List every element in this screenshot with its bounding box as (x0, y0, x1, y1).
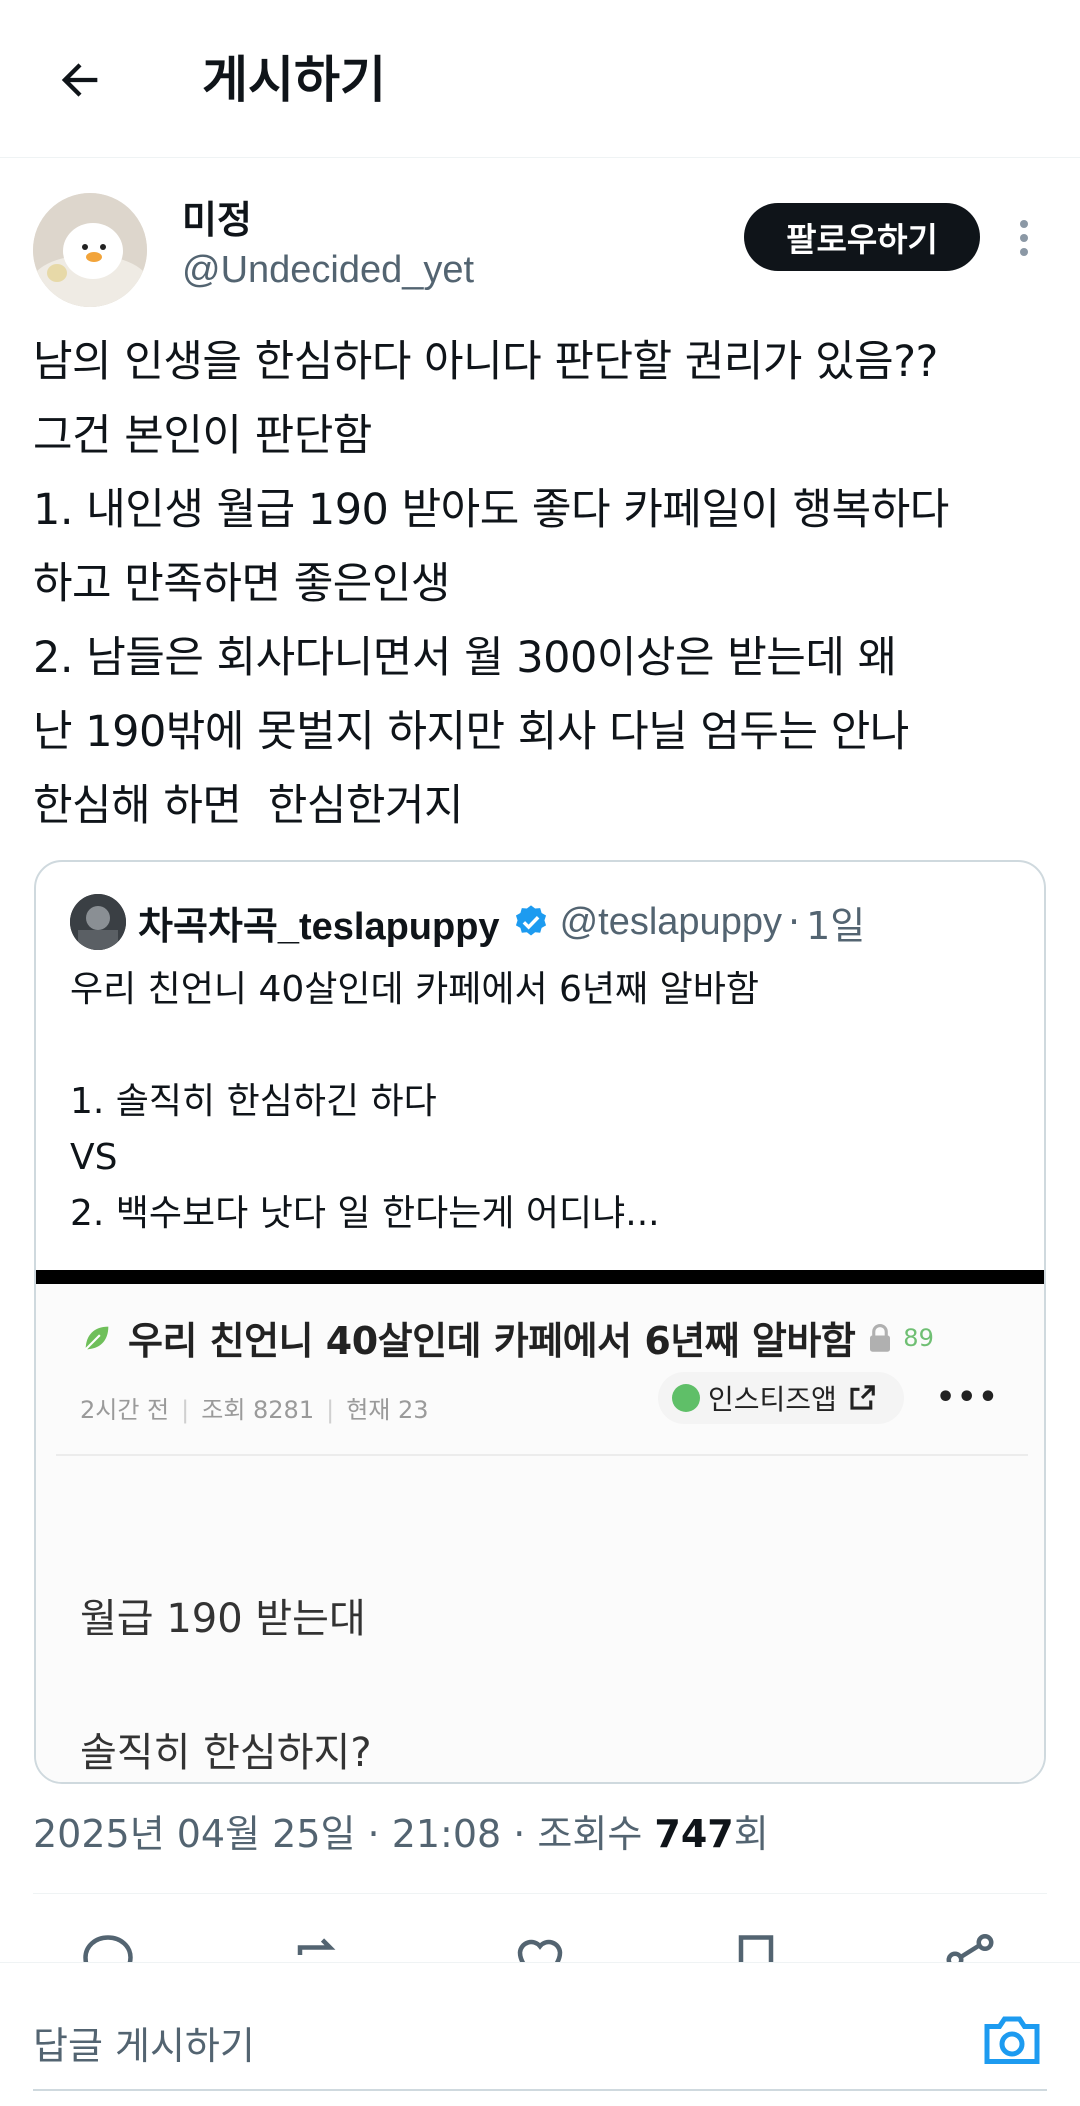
more-options-button[interactable] (1004, 210, 1044, 266)
repost-icon[interactable] (290, 1930, 350, 1964)
quoted-author-handle: @teslapuppy (559, 900, 782, 943)
smile-icon (672, 1384, 700, 1412)
top-bar: 게시하기 (0, 0, 1080, 158)
bookmark-icon[interactable] (726, 1930, 786, 1964)
action-bar (0, 1930, 1080, 1964)
quoted-post[interactable]: 차곡차곡_teslapuppy @teslapuppy · 1일 우리 친언니 … (34, 860, 1046, 1784)
author-name[interactable]: 미정 (182, 196, 252, 244)
camera-icon[interactable] (982, 2011, 1042, 2067)
page-title: 게시하기 (202, 51, 386, 109)
quoted-post-text: 우리 친언니 40살인데 카페에서 6년째 알바함 1. 솔직히 한심하긴 하다… (70, 969, 759, 1234)
back-button[interactable] (40, 40, 120, 120)
post-timestamp: 2025년 04월 25일 · 21:08 · 조회수 747회 (33, 1812, 769, 1856)
follow-button[interactable]: 팔로우하기 (744, 203, 980, 271)
app-badge: 인스티즈앱 (658, 1372, 904, 1424)
leaf-icon (84, 1326, 109, 1350)
post-text: 남의 인생을 한심하다 아니다 판단할 권리가 있음?? 그건 본인이 판단함 … (33, 337, 949, 831)
image-post-title: 우리 친언니 40살인데 카페에서 6년째 알바함 (128, 1319, 856, 1363)
more-horizontal-icon: ••• (936, 1380, 1000, 1415)
more-vertical-icon (1020, 220, 1028, 256)
image-body-line: 월급 190 받는대 (80, 1596, 366, 1642)
like-icon[interactable] (510, 1930, 570, 1964)
verified-badge-icon (512, 903, 550, 941)
external-link-icon (850, 1385, 875, 1410)
quoted-post-header: 차곡차곡_teslapuppy @teslapuppy · 1일 (70, 892, 865, 952)
reply-icon[interactable] (78, 1930, 138, 1964)
back-arrow-icon (61, 63, 98, 97)
image-comment-count: 89 (903, 1323, 934, 1352)
author-handle[interactable]: @Undecided_yet (182, 246, 474, 294)
quoted-avatar (70, 894, 126, 950)
reply-composer: 답글 게시하기 (0, 1962, 1080, 2106)
share-icon[interactable] (940, 1930, 1000, 1964)
avatar[interactable] (33, 193, 147, 307)
image-body-line: 솔직히 한심하지? (80, 1730, 372, 1776)
image-post-meta: 2시간 전 | 조회 8281 | 현재 23 (80, 1396, 429, 1424)
duck-avatar-image (33, 193, 147, 307)
reply-input[interactable]: 답글 게시하기 (33, 2015, 255, 2070)
quoted-post-image[interactable]: 우리 친언니 40살인데 카페에서 6년째 알바함 89 2시간 전 | 조회 82… (36, 1270, 1044, 1782)
lock-icon (870, 1323, 891, 1352)
quoted-post-time: 1일 (806, 903, 866, 948)
quoted-author-name: 차곡차곡_teslapuppy (138, 905, 500, 948)
views-count[interactable]: 747 (654, 1812, 733, 1856)
